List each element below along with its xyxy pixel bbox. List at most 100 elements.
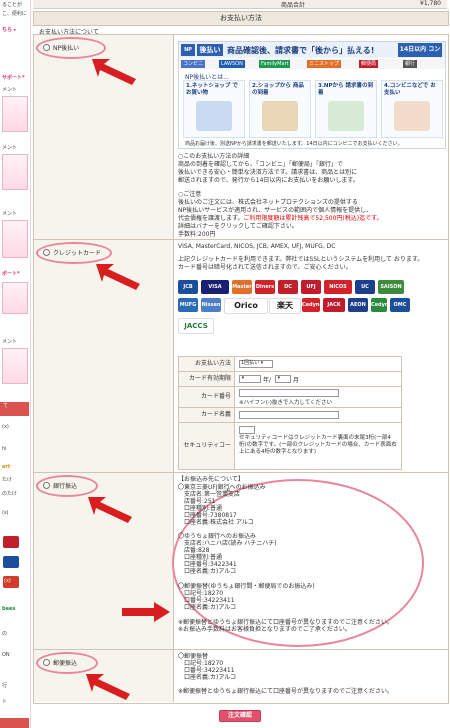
sidebar-heading: サポート* bbox=[2, 75, 25, 81]
np-step-title: 4.コンビニなどで お支払い bbox=[384, 83, 436, 96]
red-arrow-icon bbox=[96, 264, 140, 290]
sidebar-text: bees bbox=[2, 606, 16, 612]
np-chip: 郵便局 bbox=[359, 60, 379, 68]
order-confirm-button[interactable]: 注文確認 bbox=[219, 710, 261, 722]
np-logo: NP bbox=[181, 44, 195, 56]
invoice-icon bbox=[328, 101, 364, 131]
sidebar-text: メント bbox=[2, 145, 18, 151]
np-desc-text: 代金債権を譲渡します。 bbox=[178, 215, 244, 222]
card-logo: Cedyna bbox=[302, 298, 320, 312]
payment-content-cell: NP 後払い 商品確認後、請求書で「後から」払える! 14日以内 コンビニ等 コ… bbox=[174, 35, 446, 239]
sidebar-card-logo bbox=[3, 556, 19, 568]
sidebar-banner[interactable] bbox=[2, 154, 28, 190]
np-desc: ○このお支払い方法の詳細 bbox=[178, 153, 250, 160]
card-number-label: カード番号 bbox=[179, 387, 235, 407]
security-code-input[interactable] bbox=[239, 426, 255, 434]
sidebar-text: (x) bbox=[4, 578, 11, 584]
np-chip: ミニストップ bbox=[307, 60, 342, 68]
payment-times-label: お支払い方法 bbox=[179, 357, 235, 371]
sidebar-banner[interactable] bbox=[2, 96, 28, 132]
payment-label-cell: 銀行振込 bbox=[34, 473, 174, 649]
payment-times-select[interactable]: 1回払い ▾ bbox=[239, 360, 273, 368]
card-logo: SAISON bbox=[378, 280, 404, 294]
card-logo: NICOS bbox=[324, 280, 352, 294]
np-banner[interactable]: NP 後払い 商品確認後、請求書で「後から」払える! 14日以内 コンビニ等 コ… bbox=[178, 41, 446, 149]
card-logo: JACCS bbox=[178, 318, 214, 334]
card-logo: OMC bbox=[390, 298, 410, 312]
np-chip: コンビニ bbox=[181, 60, 206, 68]
np-banner-top: NP 後払い 商品確認後、請求書で「後から」払える! 14日以内 コンビニ等 bbox=[179, 42, 445, 67]
expiry-label: カード有効期限 bbox=[179, 372, 235, 386]
bank-note: ※お振込み手数料はお客様負担となりますのでご了承ください。 bbox=[178, 626, 351, 633]
card-logo: VISA bbox=[201, 280, 229, 294]
sidebar-card-logo bbox=[3, 536, 19, 548]
bank-info: 口座名義:株式会社 アルコ bbox=[178, 519, 254, 526]
np-chip: FamilyMart bbox=[259, 60, 291, 68]
expiry-month-select[interactable]: ▾ bbox=[275, 375, 291, 383]
card-logo: Nissen bbox=[201, 298, 221, 312]
package-icon bbox=[262, 101, 298, 131]
sidebar-text: (s) bbox=[2, 510, 9, 516]
sidebar-text: の bbox=[2, 631, 8, 637]
credit-card-form: お支払い方法 1回払い ▾ カード有効期限 ▾ 年/ ▾ 月 カード番号 ※ハイ… bbox=[178, 356, 402, 495]
sidebar-text: メント bbox=[2, 87, 18, 93]
np-step-title: 1.ネットショップ で お買い物 bbox=[186, 83, 238, 96]
credit-brands-line: VISA, MasterCard, NICOS, JCB, AMEX, UFJ,… bbox=[178, 243, 336, 250]
postal-info: 口座名義:カ)アルコ bbox=[178, 674, 237, 681]
card-logo: JACK bbox=[323, 298, 345, 312]
red-arrow-icon bbox=[122, 602, 170, 622]
sidebar-link[interactable]: ちら ▸ bbox=[2, 26, 16, 33]
np-fee: 手数料:200円 bbox=[178, 231, 216, 238]
card-logo: UC bbox=[355, 280, 375, 294]
sidebar-banner[interactable] bbox=[2, 220, 28, 258]
np-chip: 銀行 bbox=[403, 60, 418, 68]
bank-info: 口座名義:カ)アルコ bbox=[178, 604, 237, 611]
card-name-label: カード名義 bbox=[179, 408, 235, 422]
form-row: カード名義 bbox=[179, 408, 401, 423]
sidebar-text: たけ bbox=[2, 477, 13, 483]
payment-row-credit: クレジットカード VISA, MasterCard, NICOS, JCB, A… bbox=[34, 240, 448, 495]
payment-times-value: 1回払い bbox=[241, 360, 260, 366]
np-brand: 後払い bbox=[197, 44, 223, 56]
payment-label-cell: 郵便振込 bbox=[34, 650, 174, 702]
np-desc: NP後払いサービスが適用され、サービスの範囲内で個人情報を提供し、 bbox=[178, 207, 373, 214]
np-step: 3.NPから 請求書の到着 bbox=[315, 80, 377, 138]
card-number-input[interactable] bbox=[239, 389, 339, 397]
card-logo: Orico bbox=[224, 298, 268, 314]
form-row: お支払い方法 1回払い ▾ bbox=[179, 357, 401, 372]
np-payment-places: コンビニ LAWSON FamilyMart ミニストップ 郵便局 銀行 bbox=[179, 59, 445, 69]
payment-label-cell: クレジットカード bbox=[34, 240, 174, 472]
form-row: カード有効期限 ▾ 年/ ▾ 月 bbox=[179, 372, 401, 387]
expiry-year-select[interactable]: ▾ bbox=[239, 375, 261, 383]
sidebar-section-bar: て bbox=[0, 402, 29, 416]
np-limit-warning: ご利用限度額は累計残高で52,500円(税込)迄です。 bbox=[243, 215, 383, 222]
card-logo: 楽天 bbox=[269, 298, 301, 314]
card-name-input[interactable] bbox=[239, 411, 339, 419]
card-logo: UFJ bbox=[301, 280, 321, 294]
form-row: カード番号 ※ハイフン(-)抜きで入力してください bbox=[179, 387, 401, 408]
sidebar-text: 行 bbox=[2, 683, 8, 689]
expiry-year-unit: 年/ bbox=[263, 377, 272, 384]
np-step: 4.コンビニなどで お支払い bbox=[381, 80, 443, 138]
payment-label-cell: NP後払い bbox=[34, 35, 174, 239]
sidebar-text: (x) bbox=[2, 424, 9, 430]
sidebar-banner[interactable] bbox=[2, 348, 28, 384]
card-logo: Master bbox=[232, 280, 252, 294]
np-days-badge: 14日以内 コンビニ等 bbox=[398, 43, 442, 67]
payment-methods-table: NP後払い NP 後払い 商品確認後、請求書で「後から」払える! 14日以内 コ… bbox=[33, 34, 449, 704]
sidebar-banner[interactable] bbox=[2, 282, 28, 314]
postal-note: ※郵便振替とゆうちょ銀行振込にて口座番号が異なりますのでご注意ください。 bbox=[178, 688, 394, 695]
card-number-hint: ※ハイフン(-)抜きで入力してください bbox=[239, 400, 333, 406]
red-arrow-icon bbox=[86, 674, 130, 700]
sidebar-text: こ、便利に bbox=[2, 11, 27, 17]
payment-content-cell: 〇郵便振替 口記号:18270 口番号:34223411 口座名義:カ)アルコ … bbox=[174, 650, 446, 702]
sidebar-text: ert bbox=[2, 464, 11, 470]
sidebar-footer-bar bbox=[0, 718, 29, 728]
np-step: 1.ネットショップ で お買い物 bbox=[183, 80, 245, 138]
form-row: セキュリティコード セキュリティコードはクレジットカード裏面の末尾3桁(一部4桁… bbox=[179, 423, 401, 495]
security-code-hint: セキュリティコードはクレジットカード裏面の末尾3桁(一部4桁)の数字です。(一部… bbox=[239, 435, 397, 455]
sidebar-text: メント bbox=[2, 211, 18, 217]
np-headline: 商品確認後、請求書で「後から」払える! bbox=[227, 46, 375, 55]
card-logo: Cedyna bbox=[371, 298, 387, 312]
security-code-label: セキュリティコード bbox=[179, 423, 235, 495]
